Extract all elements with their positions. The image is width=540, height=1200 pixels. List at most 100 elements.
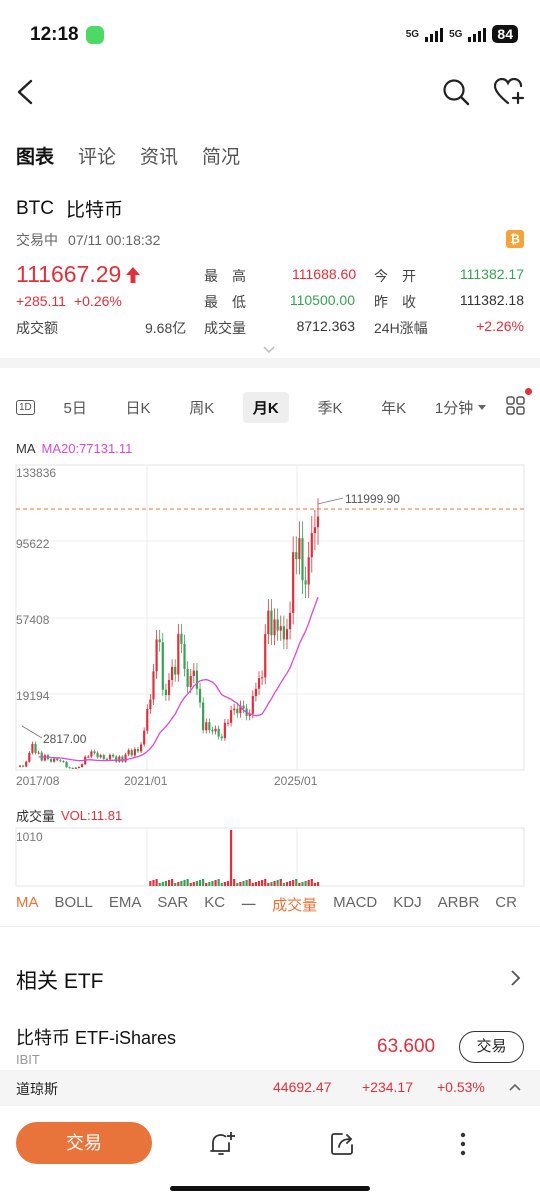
candle-body: [121, 756, 124, 762]
stat-24h-label: 24H涨幅: [374, 320, 428, 336]
ticker-symbol: BTC: [16, 197, 54, 219]
chevron-down-icon[interactable]: [262, 345, 276, 354]
stat-volume-label: 成交量: [204, 320, 246, 336]
candle-body: [177, 633, 180, 675]
period-monthly[interactable]: 月K: [242, 392, 289, 423]
ma-legend: MA MA20:77131.11: [16, 441, 132, 456]
candle-body: [257, 678, 261, 689]
back-arrow-icon[interactable]: [14, 78, 38, 106]
caret-down-icon: [478, 404, 487, 410]
period-1d[interactable]: 1D: [16, 400, 35, 415]
period-daily[interactable]: 日K: [116, 392, 161, 423]
volume-bar: [183, 880, 186, 886]
signal-label-b: 5G: [449, 28, 463, 40]
signal-icon: [468, 26, 487, 42]
trading-state: 交易中: [16, 232, 58, 248]
candle-body: [229, 710, 233, 723]
indicator-macd[interactable]: MACD: [333, 894, 377, 915]
chevron-up-icon[interactable]: [508, 1083, 522, 1092]
candle-body: [108, 754, 112, 760]
index-change: +234.17: [362, 1079, 413, 1095]
candle-body: [295, 552, 298, 560]
quote-time: 07/11 00:18:32: [68, 232, 161, 248]
chevron-right-icon[interactable]: [510, 969, 522, 987]
volume-bar: [186, 879, 189, 886]
indicator-kdj[interactable]: KDJ: [393, 894, 421, 915]
alert-plus-icon[interactable]: [208, 1130, 238, 1158]
period-minute-dropdown[interactable]: 1分钟: [435, 397, 487, 418]
stat-open-label: 今 开: [374, 268, 416, 284]
search-icon[interactable]: [442, 78, 470, 106]
volume-bar: [251, 883, 254, 886]
price-chart[interactable]: 111999.90 2817.00 133836 95622 57408 191…: [0, 460, 540, 805]
candle-body: [139, 744, 143, 752]
candle-body: [68, 767, 71, 769]
candle-body: [307, 557, 310, 585]
candle-body: [124, 754, 127, 762]
volume-bar: [211, 881, 214, 886]
candle-body: [37, 752, 40, 754]
share-icon[interactable]: [330, 1131, 356, 1157]
indicator-boll[interactable]: BOLL: [55, 894, 93, 915]
candle-body: [298, 538, 301, 560]
trade-button[interactable]: 交易: [16, 1122, 152, 1164]
indicator-ema[interactable]: EMA: [109, 894, 142, 915]
candle-body: [62, 761, 65, 763]
candle-body: [292, 552, 295, 613]
candle-body: [208, 722, 211, 730]
volume-bar: [155, 879, 158, 886]
candle-body: [161, 642, 164, 690]
tab-news[interactable]: 资讯: [140, 142, 178, 169]
heart-plus-icon[interactable]: [494, 78, 526, 106]
trading-status: 交易中 07/11 00:18:32: [16, 230, 160, 250]
volume-bar: [288, 881, 292, 886]
indicator-kc[interactable]: KC: [204, 894, 225, 915]
volume-bar: [167, 880, 171, 886]
etf-section-title: 相关 ETF: [16, 970, 104, 993]
status-time: 12:18: [30, 24, 79, 45]
volume-bar: [245, 880, 248, 886]
period-yearly[interactable]: 年K: [371, 392, 416, 423]
volume-value: VOL:11.81: [61, 808, 123, 823]
grid-icon[interactable]: [506, 387, 532, 420]
volume-bar: [242, 881, 245, 886]
volume-bar: [152, 880, 155, 886]
volume-bar: [295, 879, 298, 886]
index-ticker-bar[interactable]: 道琼斯 44692.47 +234.17 +0.53%: [0, 1070, 540, 1106]
turnover-label: 成交额: [16, 320, 58, 336]
etf-name[interactable]: 比特币 ETF-iShares: [16, 1024, 176, 1050]
x-tick-2: 2021/01: [124, 774, 168, 788]
volume-bar: [158, 883, 161, 886]
period-weekly[interactable]: 周K: [179, 392, 224, 423]
indicator-sar[interactable]: SAR: [157, 894, 188, 915]
indicator-ma[interactable]: MA: [16, 894, 39, 915]
tab-profile[interactable]: 简况: [202, 142, 240, 169]
bitcoin-icon: ₿: [506, 230, 524, 248]
more-icon[interactable]: [458, 1131, 468, 1157]
period-quarterly[interactable]: 季K: [307, 392, 352, 423]
candle-body: [56, 758, 59, 761]
indicator-cr[interactable]: CR: [495, 894, 517, 915]
candle-body: [133, 749, 136, 756]
etf-trade-button[interactable]: 交易: [459, 1031, 524, 1063]
y-tick-3: 57408: [16, 613, 50, 627]
candle-body: [186, 668, 189, 687]
arrow-up-icon: [126, 266, 141, 283]
tab-comments[interactable]: 评论: [78, 142, 116, 169]
tab-chart[interactable]: 图表: [16, 142, 59, 175]
volume-bar: [164, 881, 167, 886]
period-5day[interactable]: 5日: [53, 392, 96, 423]
candle-body: [53, 758, 56, 762]
volume-bar: [161, 882, 164, 886]
candle-body: [90, 751, 93, 757]
indicator-volume[interactable]: 成交量: [272, 894, 317, 915]
candle-body: [65, 761, 68, 768]
period-minute-label: 1分钟: [434, 400, 474, 417]
volume-bar: [304, 881, 307, 886]
y-tick-2: 95622: [16, 537, 50, 551]
indicator-arbr[interactable]: ARBR: [438, 894, 480, 915]
volume-bar: [307, 880, 310, 886]
stat-prevclose-label: 昨 收: [374, 294, 416, 310]
candle-body: [74, 767, 77, 769]
volume-chart[interactable]: 1010: [0, 826, 540, 888]
